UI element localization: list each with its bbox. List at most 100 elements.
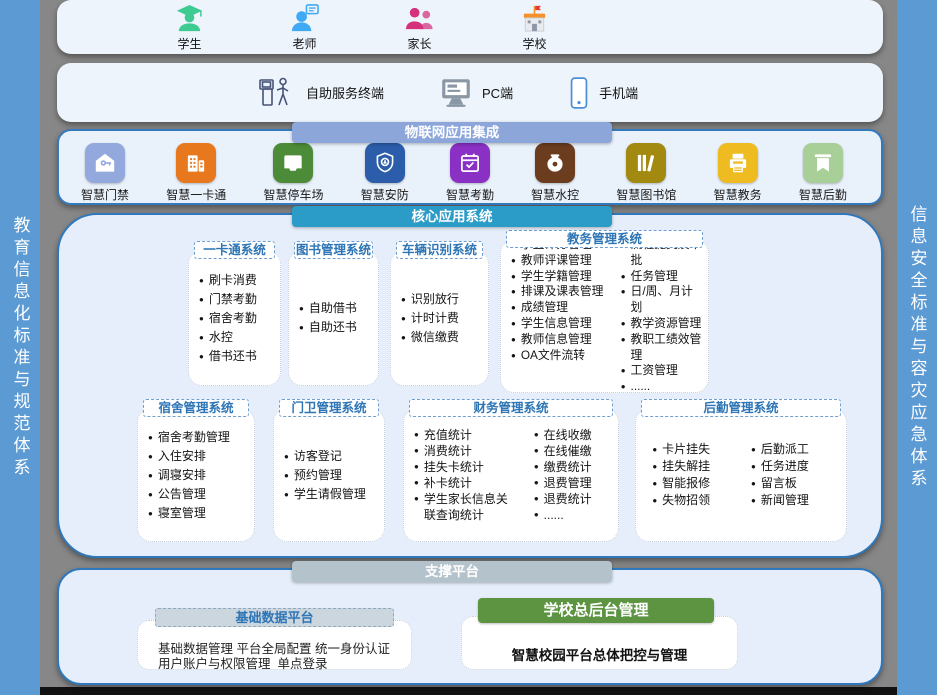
terminals-panel: 自助服务终端 PC端 手机端: [57, 63, 883, 122]
academic-system-title: 教务管理系统: [506, 230, 703, 248]
iot-item-label: 智慧停车场: [263, 186, 323, 203]
academic-feature-list-2: 流程提交及审批任务管理日/周、月计划教学资源管理教职工绩效管理工资管理.....…: [611, 237, 708, 395]
feature-item: 借书还书: [199, 347, 276, 366]
finance-feature-list-2: 在线收缴在线催缴缴费统计退费管理退费统计......: [524, 427, 618, 523]
feature-item: 在线收缴: [534, 427, 614, 443]
iot-item-label: 智慧安防: [361, 186, 409, 203]
dorm-system-box: 宿舍管理系统 宿舍考勤管理入住安排调寝安排公告管理寝室管理: [137, 408, 255, 542]
iot-item-water: 智慧水控: [531, 143, 579, 203]
left-standards-label: 教育信息化标准与规范体系: [8, 216, 33, 480]
feature-item: 消费统计: [414, 443, 520, 459]
academic-feature-columns: 学生评分管理教师评课管理学生学籍管理排课及课表管理成绩管理学生信息管理教师信息管…: [501, 237, 708, 395]
vehicle-feature-list: 识别放行计时计费微信缴费: [391, 290, 488, 347]
finance-feature-columns: 充值统计消费统计挂失卡统计补卡统计学生家长信息关联查询统计 在线收缴在线催缴缴费…: [404, 427, 618, 523]
feature-item: 自助还书: [299, 318, 374, 337]
feature-item: 成绩管理: [511, 300, 607, 316]
library-system-title: 图书管理系统: [294, 241, 373, 259]
logistics-system-title: 后勤管理系统: [641, 399, 841, 417]
feature-item: 学生信息管理: [511, 316, 607, 332]
feature-item: 预约管理: [284, 466, 380, 485]
feature-item: 水控: [199, 328, 276, 347]
feature-item: 失物招领: [652, 492, 737, 509]
feature-item: 挂失卡统计: [414, 459, 520, 475]
feature-item: 教师信息管理: [511, 332, 607, 348]
teacher-icon: [289, 3, 320, 34]
core-applications-panel: 核心应用系统 一卡通系统 刷卡消费门禁考勤宿舍考勤水控借书还书 图书管理系统 自…: [57, 213, 883, 558]
kiosk-icon: [257, 76, 297, 110]
feature-item: 寝室管理: [148, 504, 250, 523]
water-jar-icon: [535, 143, 575, 183]
feature-item: 任务管理: [621, 269, 704, 285]
terminal-label: 自助服务终端: [306, 83, 384, 102]
bottom-divider: [40, 687, 897, 695]
academic-feature-list-1: 学生评分管理教师评课管理学生学籍管理排课及课表管理成绩管理学生信息管理教师信息管…: [501, 237, 611, 395]
pc-icon: [439, 77, 473, 109]
feature-item: 微信缴费: [401, 328, 484, 347]
dorm-feature-list: 宿舍考勤管理入住安排调寝安排公告管理寝室管理: [138, 428, 254, 523]
feature-item: 门禁考勤: [199, 290, 276, 309]
feature-item: 学生家长信息关联查询统计: [414, 491, 520, 523]
terminal-label: PC端: [482, 83, 513, 102]
feature-item: 补卡统计: [414, 475, 520, 491]
iot-item-label: 智慧一卡通: [166, 186, 226, 203]
feature-item: 教师评课管理: [511, 253, 607, 269]
feature-item: 留言板: [751, 475, 836, 492]
iot-item-label: 智慧水控: [531, 186, 579, 203]
onecard-system-box: 一卡通系统 刷卡消费门禁考勤宿舍考勤水控借书还书: [188, 250, 281, 386]
iot-panel: 物联网应用集成 智慧门禁 智慧一卡通: [57, 129, 883, 205]
support-platform-panel: 支撑平台 基础数据平台 基础数据管理 平台全局配置 统一身份认证 用户账户与权限…: [57, 568, 883, 685]
finance-feature-list-1: 充值统计消费统计挂失卡统计补卡统计学生家长信息关联查询统计: [404, 427, 524, 523]
onecard-icon: [176, 143, 216, 183]
logistics-feature-list-2: 后勤派工任务进度留言板新闻管理: [741, 441, 840, 509]
iot-item-security: 智慧安防: [361, 143, 409, 203]
feature-item: 自助借书: [299, 299, 374, 318]
right-standards-bar: 信息安全标准与容灾应急体系: [897, 0, 937, 695]
user-item-label: 学校: [522, 35, 546, 52]
vehicle-system-title: 车辆识别系统: [396, 241, 483, 259]
user-item-parents: 家长: [377, 3, 462, 52]
iot-item-library: 智慧图书馆: [616, 143, 676, 203]
feature-item: 公告管理: [148, 485, 250, 504]
logistics-feature-list-1: 卡片挂失挂失解挂智能报修失物招领: [642, 441, 741, 509]
user-item-label: 学生: [177, 35, 201, 52]
left-standards-bar: 教育信息化标准与规范体系: [0, 0, 40, 695]
phone-icon: [568, 76, 590, 110]
feature-item: 学生学籍管理: [511, 269, 607, 285]
user-item-student: 学生: [147, 3, 232, 52]
iot-item-onecard: 智慧一卡通: [166, 143, 226, 203]
feature-item: 调寝安排: [148, 466, 250, 485]
feature-item: 卡片挂失: [652, 441, 737, 458]
feature-item: 后勤派工: [751, 441, 836, 458]
terminal-item-phone: 手机端: [568, 76, 638, 110]
iot-item-academic: 智慧教务: [714, 143, 762, 203]
logistics-banner-icon: [803, 143, 843, 183]
feature-item: 教职工绩效管理: [621, 332, 704, 364]
base-data-platform-title: 基础数据平台: [155, 608, 394, 627]
feature-item: 宿舍考勤: [199, 309, 276, 328]
school-admin-description: 智慧校园平台总体把控与管理: [462, 644, 737, 664]
user-item-label: 老师: [292, 35, 316, 52]
user-item-school: 学校: [492, 3, 577, 52]
iot-item-access: 智慧门禁: [81, 143, 129, 203]
feature-item: 入住安排: [148, 447, 250, 466]
library-feature-list: 自助借书自助还书: [289, 299, 378, 337]
school-admin-title: 学校总后台管理: [478, 598, 714, 623]
feature-item: 教学资源管理: [621, 316, 704, 332]
feature-item: 任务进度: [751, 458, 836, 475]
feature-item: 退费管理: [534, 475, 614, 491]
feature-item: 缴费统计: [534, 459, 614, 475]
logistics-feature-columns: 卡片挂失挂失解挂智能报修失物招领 后勤派工任务进度留言板新闻管理: [636, 441, 846, 509]
feature-item: 排课及课表管理: [511, 284, 607, 300]
feature-item: 退费统计: [534, 491, 614, 507]
terminal-item-kiosk: 自助服务终端: [257, 76, 384, 110]
library-books-icon: [626, 143, 666, 183]
academic-printer-icon: [718, 143, 758, 183]
academic-system-box: 教务管理系统 学生评分管理教师评课管理学生学籍管理排课及课表管理成绩管理学生信息…: [500, 239, 709, 393]
logistics-system-box: 后勤管理系统 卡片挂失挂失解挂智能报修失物招领 后勤派工任务进度留言板新闻管理: [635, 408, 847, 542]
feature-item: 工资管理: [621, 363, 704, 379]
iot-item-parking: 智慧停车场: [263, 143, 323, 203]
parking-icon: [273, 143, 313, 183]
attendance-calendar-icon: [450, 143, 490, 183]
access-icon: [85, 143, 125, 183]
iot-item-label: 智慧图书馆: [616, 186, 676, 203]
